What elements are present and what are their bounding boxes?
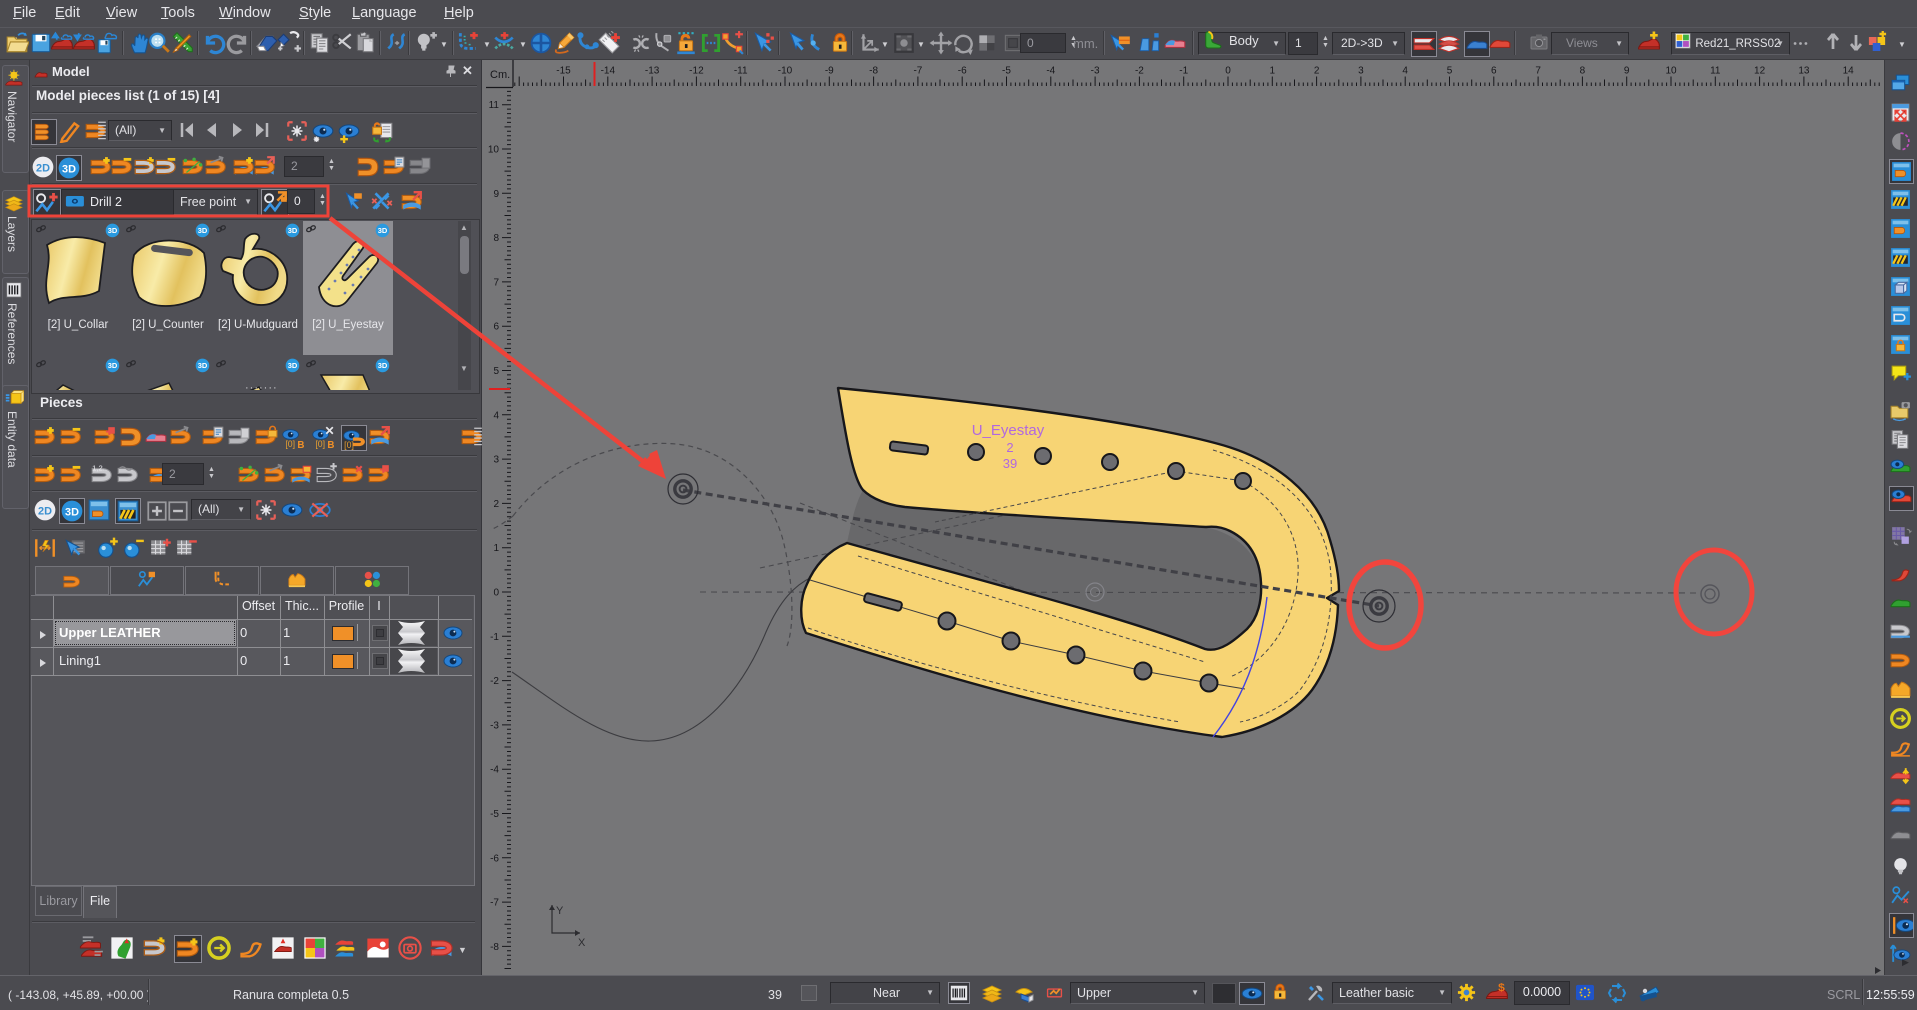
svg-text:-1: -1: [490, 632, 499, 643]
svg-text:[0]: [0]: [344, 440, 354, 450]
svg-text:-2: -2: [490, 676, 499, 687]
svg-text:-8: -8: [490, 942, 499, 953]
svg-text:5: 5: [1447, 66, 1453, 77]
svg-text:8: 8: [1580, 66, 1586, 77]
svg-text:2D: 2D: [38, 505, 52, 517]
svg-text:-5: -5: [1002, 66, 1011, 77]
svg-text:1: 1: [493, 543, 499, 554]
svg-text:-6: -6: [958, 66, 967, 77]
svg-text:3D: 3D: [62, 163, 76, 175]
svg-text:3D: 3D: [288, 361, 298, 370]
svg-text:0: 0: [1225, 66, 1231, 77]
svg-text:3: 3: [1358, 66, 1364, 77]
svg-text:-10: -10: [778, 66, 793, 77]
svg-text:10: 10: [488, 145, 500, 156]
svg-text:11: 11: [1710, 66, 1721, 77]
svg-text:3D: 3D: [378, 361, 388, 370]
svg-text:10: 10: [1665, 66, 1677, 77]
svg-text:6: 6: [1491, 66, 1497, 77]
svg-text:U_Eyestay: U_Eyestay: [972, 422, 1045, 439]
svg-text:-7: -7: [490, 898, 499, 909]
svg-text:[0]: [0]: [315, 439, 325, 449]
svg-text:Cm.: Cm.: [490, 69, 510, 81]
svg-text:14: 14: [1843, 66, 1855, 77]
svg-text:3D: 3D: [198, 361, 208, 370]
svg-text:3: 3: [493, 455, 499, 466]
svg-text:13: 13: [1798, 66, 1810, 77]
svg-text:1,2..: 1,2..: [92, 464, 107, 473]
svg-text:-5: -5: [490, 809, 499, 820]
svg-text:-11: -11: [734, 66, 748, 77]
svg-text:-9: -9: [825, 66, 834, 77]
svg-text:4: 4: [1402, 66, 1408, 77]
svg-text:1: 1: [1270, 66, 1276, 77]
svg-text:-6: -6: [490, 853, 499, 864]
svg-text:7: 7: [1535, 66, 1541, 77]
svg-text:B: B: [327, 440, 334, 449]
svg-text:[0]: [0]: [285, 439, 295, 449]
svg-text:6: 6: [493, 322, 499, 333]
svg-text:-14: -14: [601, 66, 616, 77]
svg-text:39: 39: [1003, 456, 1017, 471]
svg-text:8: 8: [493, 233, 499, 244]
svg-text:12: 12: [1754, 66, 1766, 77]
svg-text:2: 2: [493, 499, 499, 510]
svg-text:2D: 2D: [36, 162, 50, 174]
svg-text:11: 11: [489, 100, 500, 111]
svg-text:2: 2: [1006, 440, 1013, 455]
svg-text:3D: 3D: [65, 506, 79, 518]
svg-text:5: 5: [493, 366, 499, 377]
svg-text:9: 9: [493, 189, 499, 200]
svg-text:-8: -8: [869, 66, 878, 77]
svg-text:-15: -15: [556, 66, 571, 77]
svg-text:-12: -12: [689, 66, 704, 77]
svg-text:9: 9: [1624, 66, 1630, 77]
svg-text:-3: -3: [490, 720, 499, 731]
svg-text:0: 0: [493, 588, 499, 599]
svg-text:7: 7: [493, 277, 499, 288]
svg-text:$: $: [1498, 982, 1505, 993]
svg-text:-4: -4: [1046, 66, 1055, 77]
svg-text:-1: -1: [1179, 66, 1188, 77]
svg-text:-2: -2: [1135, 66, 1144, 77]
svg-text:-4: -4: [490, 765, 499, 776]
svg-text:-7: -7: [913, 66, 922, 77]
svg-text:X: X: [578, 937, 586, 949]
svg-text:-13: -13: [645, 66, 660, 77]
svg-text:Y: Y: [556, 905, 564, 917]
svg-text:4: 4: [493, 410, 499, 421]
svg-text:2: 2: [1314, 66, 1320, 77]
svg-text:B: B: [297, 440, 304, 449]
svg-text:3D: 3D: [108, 361, 118, 370]
svg-text:-3: -3: [1091, 66, 1100, 77]
